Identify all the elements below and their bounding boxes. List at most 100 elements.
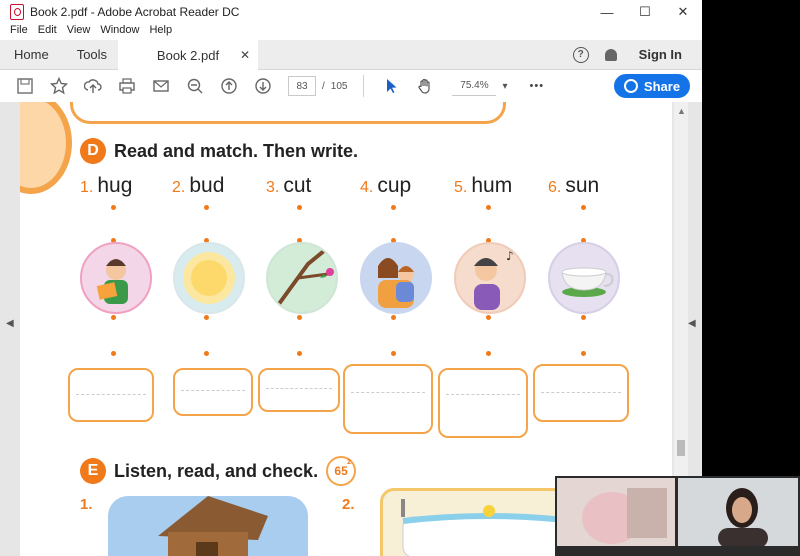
close-window-button[interactable]: ✕ [664, 0, 702, 24]
print-icon[interactable] [110, 70, 144, 102]
scrollbar-thumb[interactable] [677, 440, 685, 456]
tab-home[interactable]: Home [0, 40, 63, 69]
picture-girl-with-paper [80, 242, 152, 314]
match-dot[interactable] [391, 315, 396, 320]
menu-view[interactable]: View [67, 24, 91, 40]
section-e-badge: E [80, 458, 106, 484]
word-shape-box-3[interactable] [258, 368, 340, 412]
scroll-up-icon[interactable]: ▲ [677, 106, 686, 116]
picture-boy-humming: ♪ [454, 242, 526, 314]
hand-tool-icon[interactable] [408, 70, 442, 102]
match-dot[interactable] [204, 315, 209, 320]
word-6: 6. sun [548, 174, 600, 197]
match-dot[interactable] [486, 205, 491, 210]
header-banner-decoration [70, 102, 506, 124]
minimize-button[interactable]: — [588, 0, 626, 24]
word-shape-box-1[interactable] [68, 368, 154, 422]
word-shape-box-6[interactable] [533, 364, 629, 422]
audio-track-badge[interactable]: 65 2 [326, 456, 357, 486]
title-bar: Book 2.pdf - Adobe Acrobat Reader DC — ☐… [0, 0, 702, 24]
match-dot[interactable] [204, 351, 209, 356]
word-shape-box-2[interactable] [173, 368, 253, 416]
share-button[interactable]: Share [614, 74, 690, 98]
match-dot[interactable] [486, 315, 491, 320]
word-5: 5. hum [454, 174, 513, 197]
section-e-item-1-label: 1. [80, 496, 93, 513]
match-dot[interactable] [111, 351, 116, 356]
tab-document[interactable]: Book 2.pdf ✕ [118, 40, 258, 70]
previous-page-icon[interactable] [212, 70, 246, 102]
menu-bar: File Edit View Window Help [0, 24, 702, 40]
main-toolbar: 83 / 105 75.4% ▾ ••• Share [0, 70, 702, 103]
match-dot[interactable] [297, 315, 302, 320]
svg-text:♪: ♪ [506, 249, 514, 263]
match-dot[interactable] [204, 205, 209, 210]
share-label: Share [643, 78, 681, 94]
maximize-button[interactable]: ☐ [626, 0, 664, 24]
toolbar-divider [363, 75, 365, 97]
upload-cloud-icon[interactable] [76, 70, 110, 102]
match-dot[interactable] [391, 205, 396, 210]
email-icon[interactable] [144, 70, 178, 102]
video-call-overlay [555, 476, 800, 556]
word-2: 2. bud [172, 174, 225, 197]
zoom-out-icon[interactable] [178, 70, 212, 102]
page-number-input[interactable]: 83 [288, 76, 316, 96]
picture-sun [173, 242, 245, 314]
save-icon[interactable] [8, 70, 42, 102]
acrobat-pdf-icon [10, 4, 24, 20]
match-dot[interactable] [581, 315, 586, 320]
select-cursor-icon[interactable] [374, 70, 408, 102]
tab-close-icon[interactable]: ✕ [240, 48, 250, 62]
zoom-dropdown-arrow-icon[interactable]: ▾ [502, 81, 507, 92]
menu-window[interactable]: Window [100, 24, 139, 40]
word-4: 4. cup [360, 174, 412, 197]
page-separator: / [322, 80, 325, 92]
share-person-icon [623, 79, 638, 93]
notification-bell-icon[interactable] [604, 48, 617, 61]
picture-wooden-hut [108, 496, 308, 556]
section-d-badge: D [80, 138, 106, 164]
tab-tools[interactable]: Tools [63, 40, 121, 69]
bookmark-star-icon[interactable] [42, 70, 76, 102]
match-dot[interactable] [581, 351, 586, 356]
word-shape-box-5[interactable] [438, 368, 528, 438]
match-dot[interactable] [297, 205, 302, 210]
page-total: 105 [330, 80, 348, 92]
word-shape-box-4[interactable] [343, 364, 433, 434]
match-dot[interactable] [581, 205, 586, 210]
picture-branch-with-bud [266, 242, 338, 314]
section-e-title: Listen, read, and check. [114, 460, 319, 481]
audio-track-number: 65 [334, 464, 348, 478]
window-title: Book 2.pdf - Adobe Acrobat Reader DC [30, 5, 240, 19]
help-icon[interactable]: ? [572, 46, 589, 63]
word-3: 3. cut [266, 174, 312, 197]
section-e-item-2-label: 2. [342, 496, 355, 513]
match-dot[interactable] [111, 205, 116, 210]
acrobat-window: Book 2.pdf - Adobe Acrobat Reader DC — ☐… [0, 0, 702, 556]
match-dot[interactable] [111, 315, 116, 320]
word-1: 1. hug [80, 174, 133, 197]
next-page-icon[interactable] [246, 70, 280, 102]
zoom-level-field[interactable]: 75.4% [452, 77, 497, 96]
match-dot[interactable] [486, 351, 491, 356]
match-dot[interactable] [391, 351, 396, 356]
left-panel-toggle-icon[interactable]: ◀ [6, 318, 14, 329]
tab-document-label: Book 2.pdf [156, 47, 220, 63]
right-panel-toggle-icon[interactable]: ◀ [688, 318, 696, 329]
webcam-feed-teacher [678, 478, 798, 548]
picture-mother-hugging-child [360, 242, 432, 314]
menu-file[interactable]: File [10, 24, 28, 40]
picture-teacup [548, 242, 620, 314]
webcam-feed-student [557, 478, 675, 546]
audio-track-superscript: 2 [347, 459, 352, 466]
sign-in-button[interactable]: Sign In [639, 47, 682, 62]
menu-help[interactable]: Help [149, 24, 172, 40]
corner-swirl-decoration [20, 102, 72, 194]
more-tools-icon[interactable]: ••• [530, 80, 545, 92]
zoom-level-value: 75.4% [460, 80, 489, 91]
match-dot[interactable] [297, 351, 302, 356]
section-d-title: Read and match. Then write. [114, 140, 359, 161]
tab-bar: Home Tools Book 2.pdf ✕ ? Sign In [0, 40, 702, 70]
menu-edit[interactable]: Edit [38, 24, 57, 40]
